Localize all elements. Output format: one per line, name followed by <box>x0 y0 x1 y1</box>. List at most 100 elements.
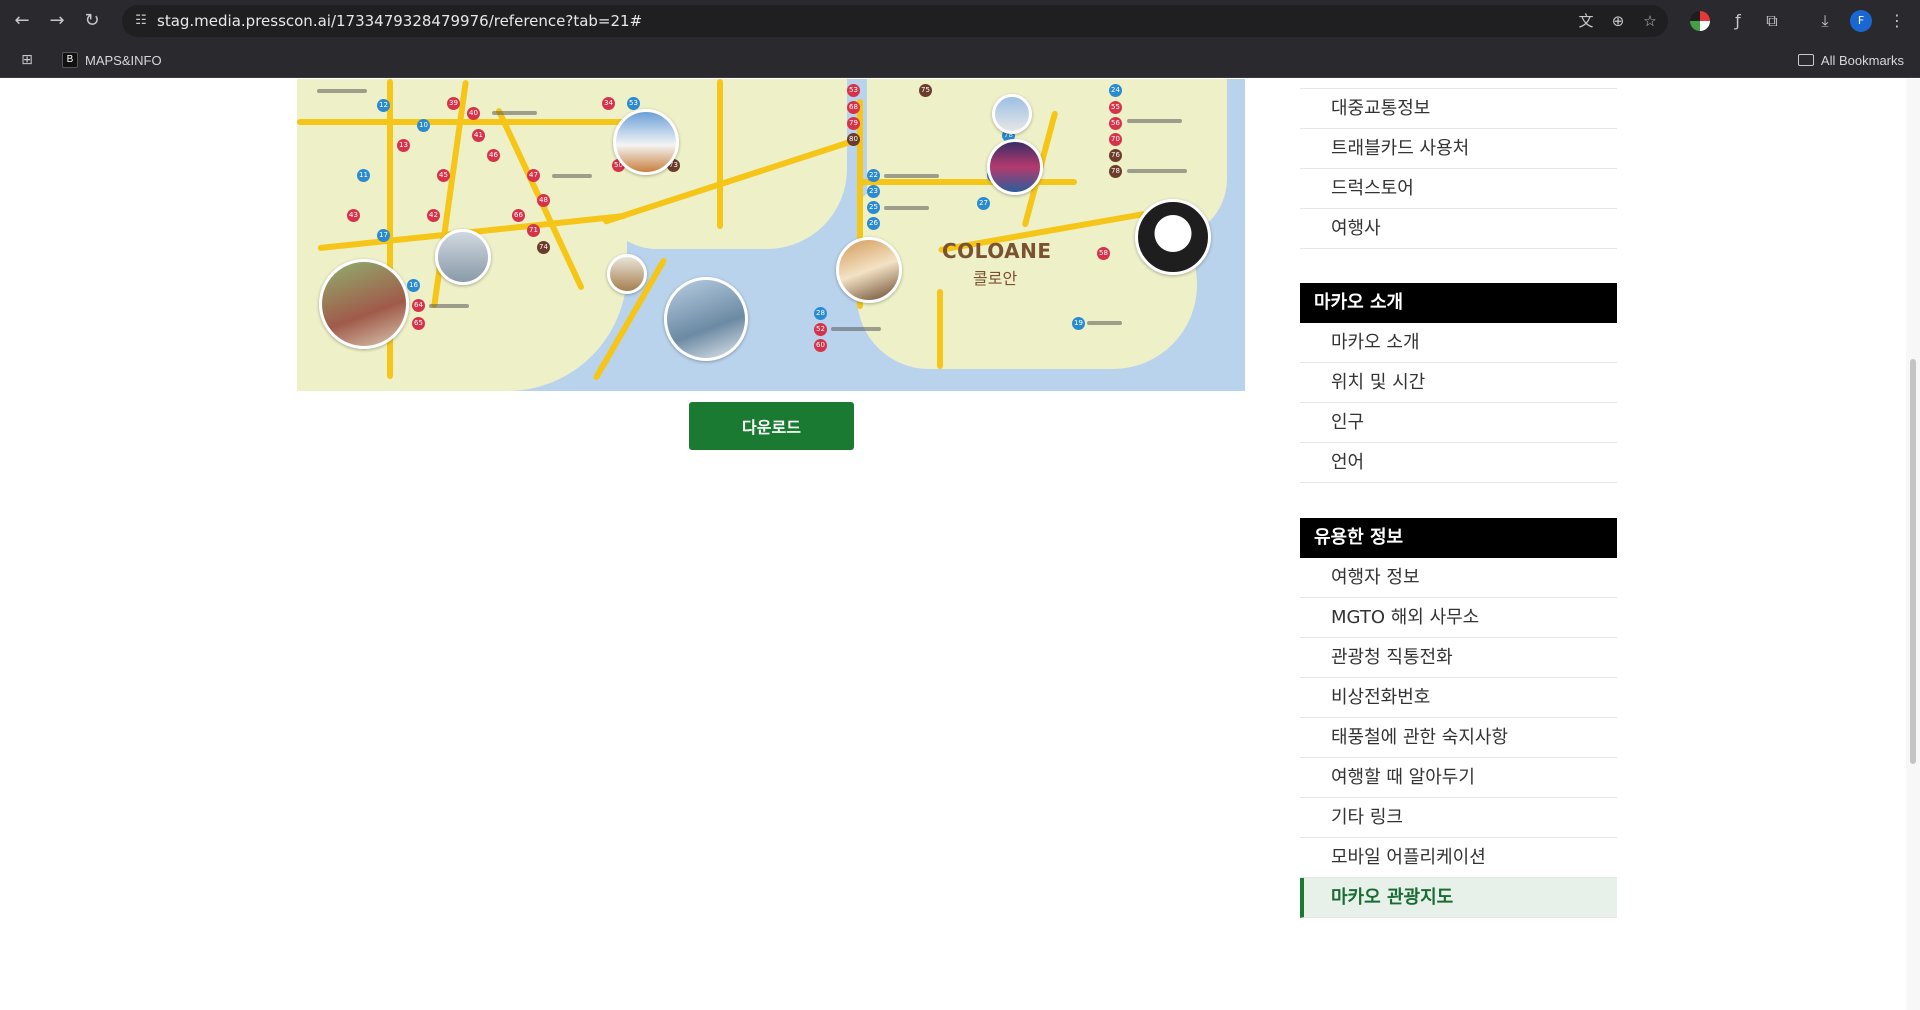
sidebar-item-typhoon[interactable]: 태풍철에 관한 숙지사항 <box>1300 718 1617 758</box>
bookmark-maps-info[interactable]: B MAPS&INFO <box>62 48 162 72</box>
poi-marker: 58 <box>1097 247 1110 260</box>
poi-label <box>429 304 469 308</box>
poi-marker: 64 <box>412 299 425 312</box>
browser-toolbar: ← → ↻ ☷ stag.media.presscon.ai/173347932… <box>0 0 1920 42</box>
poi-marker: 16 <box>407 279 420 292</box>
bookmark-star-icon[interactable]: ☆ <box>1638 9 1662 33</box>
sidebar-item-traveler-info[interactable]: 여행자 정보 <box>1300 558 1617 598</box>
sidebar-item-drugstore[interactable]: 드럭스토어 <box>1300 169 1617 209</box>
poi-marker: 22 <box>867 169 880 182</box>
bookmark-label: MAPS&INFO <box>85 52 162 68</box>
profile-avatar[interactable]: F <box>1850 10 1872 32</box>
all-bookmarks-button[interactable]: All Bookmarks <box>1797 48 1904 72</box>
sidebar-item-language[interactable]: 언어 <box>1300 443 1617 483</box>
sidebar-header-intro: 마카오 소개 <box>1300 283 1617 323</box>
zoom-icon[interactable]: ⊕ <box>1606 9 1630 33</box>
map-region-subtitle: 콜로안 <box>973 269 1018 288</box>
folder-icon <box>1797 54 1814 66</box>
formula-extension-icon[interactable]: ƒ <box>1726 9 1750 33</box>
forward-arrow-icon[interactable]: → <box>45 9 69 33</box>
sidebar-item-population[interactable]: 인구 <box>1300 403 1617 443</box>
translate-icon[interactable]: 文 <box>1574 9 1598 33</box>
poi-marker: 74 <box>537 241 550 254</box>
poi-marker: 56 <box>1109 117 1122 130</box>
sidebar-item-macau-intro[interactable]: 마카오 소개 <box>1300 323 1617 363</box>
apps-grid-icon[interactable]: ⊞ <box>17 50 37 70</box>
bookmarks-bar: ⊞ B MAPS&INFO All Bookmarks <box>0 42 1920 78</box>
site-settings-icon[interactable]: ☷ <box>132 12 150 30</box>
poi-marker: 27 <box>977 197 990 210</box>
poi-marker: 13 <box>397 139 410 152</box>
download-button[interactable]: 다운로드 <box>689 402 854 450</box>
download-icon[interactable]: ⤓ <box>1813 9 1837 33</box>
sidebar-item-mobile-apps[interactable]: 모바일 어플리케이션 <box>1300 838 1617 878</box>
poi-marker: 47 <box>527 169 540 182</box>
sidebar-item-travel-tips[interactable]: 여행할 때 알아두기 <box>1300 758 1617 798</box>
poi-marker: 41 <box>472 129 485 142</box>
scrollbar-thumb[interactable] <box>1910 359 1916 764</box>
poi-marker: 79 <box>847 117 860 130</box>
poi-marker: 66 <box>512 209 525 222</box>
poi-label <box>831 327 881 331</box>
poi-marker: 46 <box>487 149 500 162</box>
reload-icon[interactable]: ↻ <box>80 9 104 33</box>
photo-tower <box>987 139 1043 195</box>
poi-marker: 68 <box>847 101 860 114</box>
sidebar-item-tourist-map[interactable]: 마카오 관광지도 <box>1300 878 1617 918</box>
poi-marker: 12 <box>377 99 390 112</box>
poi-marker: 76 <box>1109 149 1122 162</box>
poi-label <box>1127 119 1182 123</box>
poi-marker: 65 <box>412 317 425 330</box>
photo-ruins <box>319 259 409 349</box>
photo-panda <box>1135 199 1211 275</box>
address-bar[interactable]: ☷ stag.media.presscon.ai/173347932847997… <box>122 5 1668 37</box>
poi-marker: 28 <box>814 307 827 320</box>
all-bookmarks-label: All Bookmarks <box>1820 52 1904 68</box>
poi-marker: 60 <box>814 339 827 352</box>
sidebar-item-travel-agency[interactable]: 여행사 <box>1300 209 1617 249</box>
poi-marker: 78 <box>1109 165 1122 178</box>
poi-label <box>1127 169 1187 173</box>
poi-marker: 75 <box>919 84 932 97</box>
sidebar-item-travel-card[interactable]: 트래블카드 사용처 <box>1300 129 1617 169</box>
poi-marker: 23 <box>867 185 880 198</box>
sidebar-item-emergency[interactable]: 비상전화번호 <box>1300 678 1617 718</box>
sidebar-item-mgto-offices[interactable]: MGTO 해외 사무소 <box>1300 598 1617 638</box>
poi-marker: 43 <box>347 209 360 222</box>
poi-label <box>492 111 537 115</box>
page-scrollbar[interactable] <box>1906 79 1920 1010</box>
menu-kebab-icon[interactable]: ⋮ <box>1885 9 1909 33</box>
poi-marker: 48 <box>537 194 550 207</box>
map-region-title: COLOANE <box>942 239 1052 263</box>
poi-label <box>552 174 592 178</box>
photo-lighthouse <box>613 109 679 175</box>
sidebar-item-hotline[interactable]: 관광청 직통전화 <box>1300 638 1617 678</box>
poi-marker: 42 <box>427 209 440 222</box>
road <box>937 289 943 369</box>
poi-marker: 52 <box>814 323 827 336</box>
extension-color-icon[interactable] <box>1690 11 1710 31</box>
poi-label <box>884 206 929 210</box>
poi-marker: 10 <box>417 119 430 132</box>
url-text[interactable]: stag.media.presscon.ai/1733479328479976/… <box>157 5 642 37</box>
extensions-puzzle-icon[interactable]: ⧉ <box>1760 9 1784 33</box>
poi-marker: 40 <box>467 107 480 120</box>
photo-pastry <box>836 237 902 303</box>
poi-marker: 39 <box>447 97 460 110</box>
road <box>857 179 1077 185</box>
road <box>717 79 723 229</box>
poi-label <box>884 174 939 178</box>
sidebar-item-location-time[interactable]: 위치 및 시간 <box>1300 363 1617 403</box>
poi-marker: 19 <box>1072 317 1085 330</box>
bookmark-favicon: B <box>62 52 78 68</box>
sidebar-item-transport[interactable]: 대중교통정보 <box>1300 89 1617 129</box>
poi-label <box>1087 321 1122 325</box>
poi-marker: 26 <box>867 217 880 230</box>
back-arrow-icon[interactable]: ← <box>10 9 34 33</box>
poi-label <box>317 89 367 93</box>
photo-building <box>992 94 1032 134</box>
poi-marker: 24 <box>1109 84 1122 97</box>
photo-museum <box>664 277 748 361</box>
sidebar-item-other-links[interactable]: 기타 링크 <box>1300 798 1617 838</box>
page-viewport: 12 13 10 39 40 41 46 45 42 11 43 17 16 6… <box>0 79 1920 1010</box>
